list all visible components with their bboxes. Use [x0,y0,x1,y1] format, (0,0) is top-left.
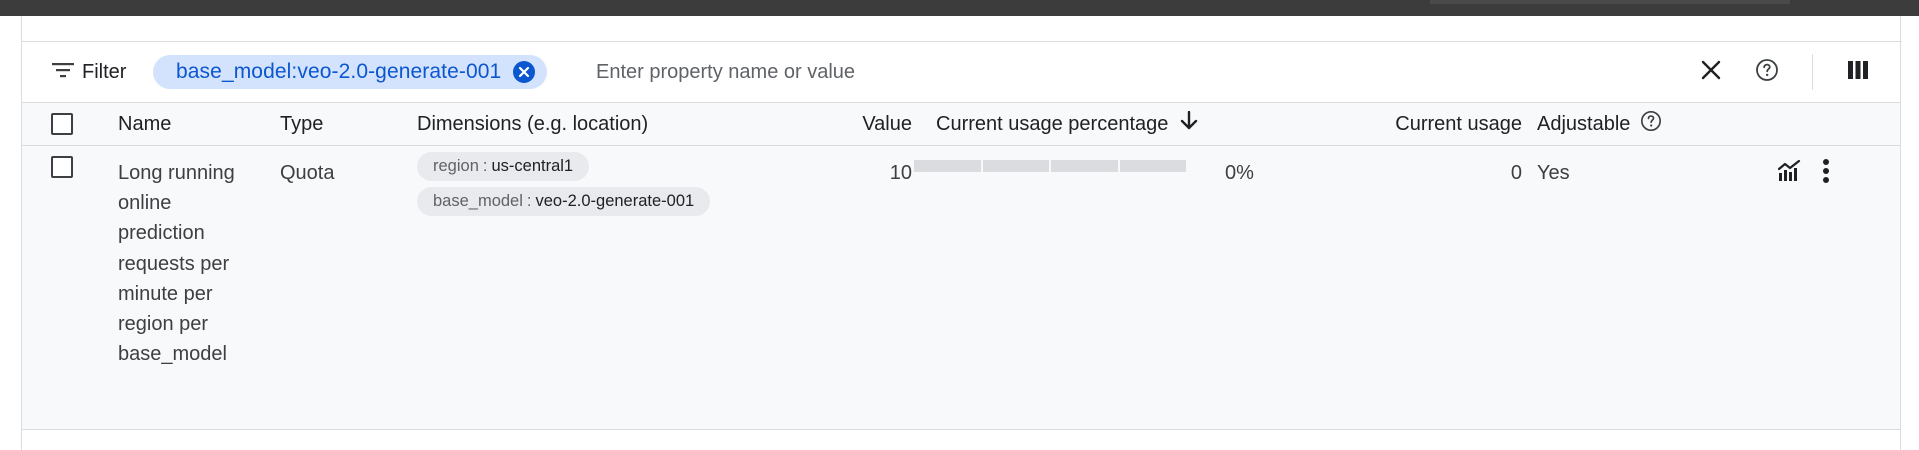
column-display-button[interactable] [1842,56,1874,88]
usage-bar-segment [982,160,1049,172]
dimension-value: us-central1 [491,157,574,175]
adjustable-value: Yes [1537,162,1570,184]
current-usage: 0 [1510,162,1522,184]
column-display-icon [1848,60,1868,84]
filter-bar: Filter base_model:veo-2.0-generate-001 [22,42,1900,102]
filter-button[interactable]: Filter [52,42,126,102]
dimension-value: veo-2.0-generate-001 [535,192,695,210]
dimension-key: region [433,157,479,175]
browser-top-bar [0,0,1919,16]
dimension-key: base_model [433,192,523,210]
usage-bar-segment [914,160,981,172]
filter-chip[interactable]: base_model:veo-2.0-generate-001 [153,55,548,89]
column-header-adjustable-label: Adjustable [1537,112,1631,135]
dimension-chip: base_model : veo-2.0-generate-001 [417,187,711,216]
quota-value: 10 [889,162,912,184]
column-header-adjustable[interactable]: Adjustable [1537,103,1662,145]
usage-progress-bar [914,160,1186,172]
help-button[interactable] [1751,56,1783,88]
arrow-downward-icon[interactable] [1180,110,1198,137]
column-header-dimensions[interactable]: Dimensions (e.g. location) [417,103,648,145]
dimension-separator: : [526,192,532,210]
column-header-value[interactable]: Value [835,103,912,145]
filter-list-icon [52,62,74,83]
column-header-usage-percentage-label: Current usage percentage [936,112,1169,135]
help-icon[interactable] [1640,110,1662,138]
filter-label: Filter [82,60,127,83]
column-header-usage-percentage[interactable]: Current usage percentage [936,103,1198,145]
close-icon [1701,60,1721,85]
usage-bar-segment [1051,160,1118,172]
filter-input[interactable] [596,55,1576,89]
more-vert-icon [1820,159,1832,190]
toolbar-divider [1812,54,1813,90]
select-all-checkbox[interactable] [51,113,73,135]
more-options-button[interactable] [1820,158,1836,186]
dimension-chip: region : us-central1 [417,152,590,181]
help-icon [1755,58,1779,87]
row-checkbox[interactable] [51,156,73,178]
table-header: Name Type Dimensions (e.g. location) Val… [22,102,1900,146]
dimension-separator: : [482,157,488,175]
clear-filter-button[interactable] [1695,56,1727,88]
top-bar-tab [1430,0,1790,4]
table-row: Long running online prediction requests … [22,146,1900,430]
column-header-type[interactable]: Type [280,103,323,145]
monitoring-chart-icon [1777,159,1802,186]
monitoring-chart-button[interactable] [1777,159,1806,186]
column-header-current-usage[interactable]: Current usage [1352,103,1522,145]
panel-right-border [1900,16,1901,450]
usage-bar-segment [1119,160,1186,172]
quota-name[interactable]: Long running online prediction requests … [118,158,248,369]
filter-chip-label: base_model:veo-2.0-generate-001 [176,60,502,83]
quota-type: Quota [280,162,335,184]
usage-percentage: 0% [1225,162,1254,184]
column-header-name[interactable]: Name [118,103,171,145]
chip-remove-icon[interactable] [513,61,536,83]
